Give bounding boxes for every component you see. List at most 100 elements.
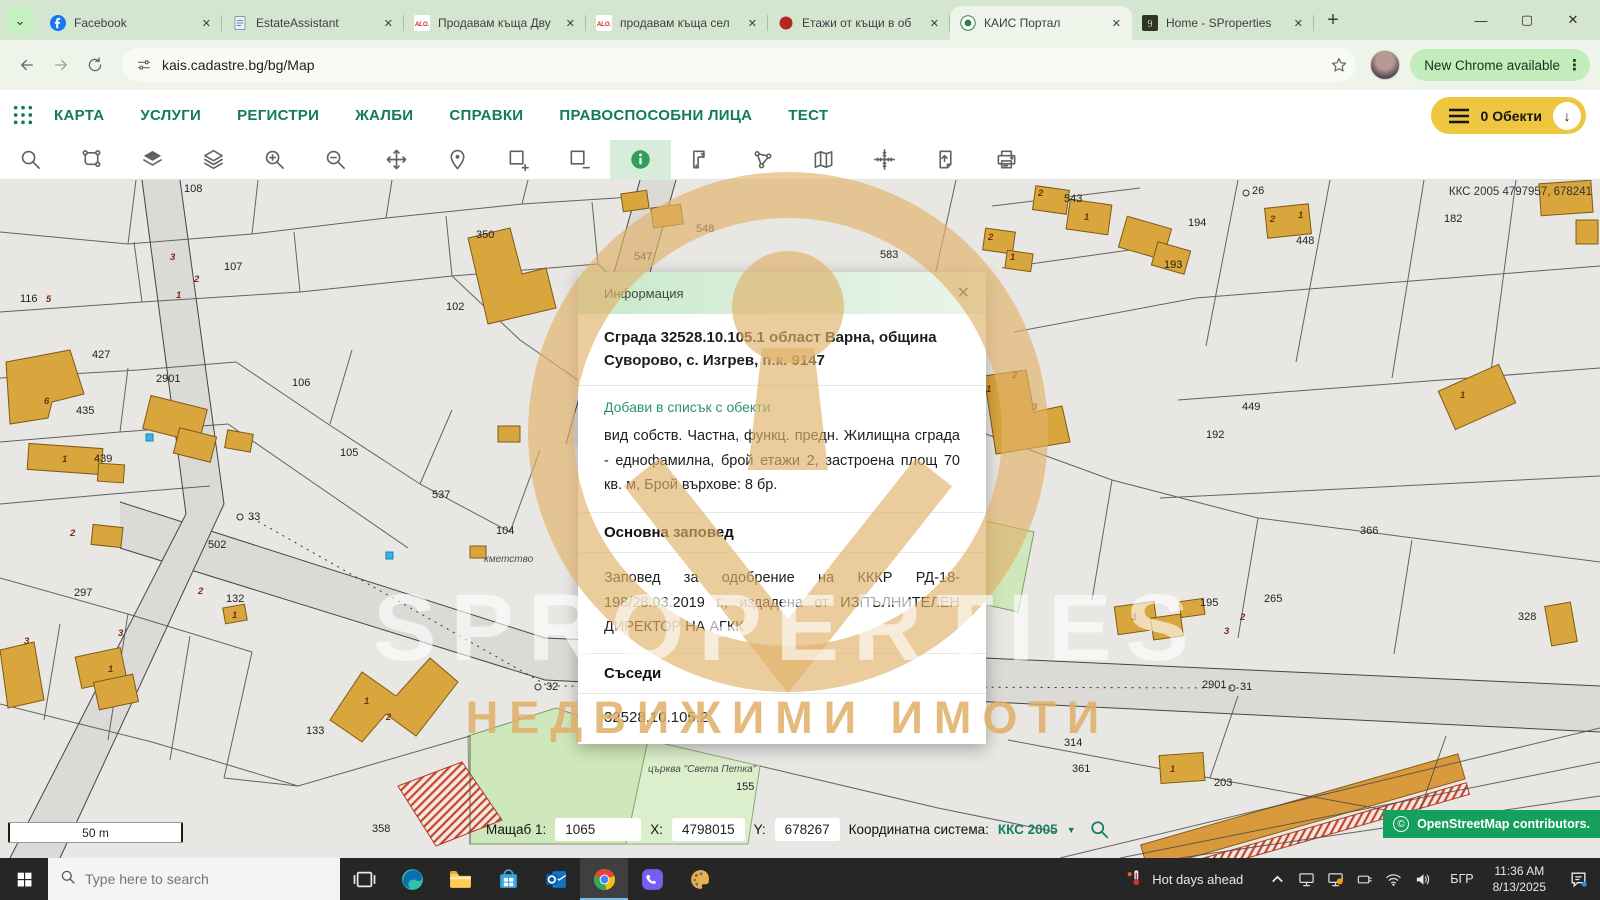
scale-input[interactable] bbox=[555, 818, 641, 841]
measure-tool-button[interactable] bbox=[671, 140, 732, 180]
profile-avatar[interactable] bbox=[1370, 50, 1400, 80]
add-to-objects-link[interactable]: Добави в списък с обекти bbox=[604, 399, 960, 415]
monitor-tray-icon[interactable] bbox=[1298, 871, 1315, 888]
map-label: 107 bbox=[224, 261, 242, 273]
ethernet-tray-icon[interactable] bbox=[1356, 871, 1373, 888]
objects-button[interactable]: 0 Обекти ↓ bbox=[1431, 97, 1586, 134]
map-label: 2 bbox=[197, 586, 204, 597]
browser-tab[interactable]: ALO.продавам къща сел✕ bbox=[586, 6, 768, 40]
osm-attribution: © OpenStreetMap contributors. bbox=[1383, 810, 1600, 838]
tab-close-icon[interactable]: ✕ bbox=[745, 15, 760, 32]
browser-tab[interactable]: Facebook✕ bbox=[40, 6, 222, 40]
chevron-up-tray-icon[interactable] bbox=[1269, 871, 1286, 888]
weather-widget[interactable]: Hot days ahead bbox=[1108, 868, 1259, 890]
minimize-button[interactable]: — bbox=[1458, 0, 1504, 40]
chrome-taskbar-button[interactable] bbox=[580, 858, 628, 900]
taskbar-search[interactable] bbox=[48, 858, 340, 900]
nav-item-5[interactable]: ПРАВОСПОСОБНИ ЛИЦА bbox=[559, 107, 752, 124]
nav-item-2[interactable]: РЕГИСТРИ bbox=[237, 107, 319, 124]
taskbar-clock[interactable]: 11:36 AM 8/13/2025 bbox=[1483, 863, 1556, 895]
browser-tab[interactable]: КАИС Портал✕ bbox=[950, 6, 1132, 40]
alo-favicon: ALO. bbox=[596, 15, 612, 31]
monitor-update-tray-icon[interactable] bbox=[1327, 871, 1344, 888]
export-tool-button[interactable] bbox=[915, 140, 976, 180]
map-label: 543 bbox=[1064, 193, 1082, 205]
more-menu-icon[interactable]: ⋮ bbox=[1567, 56, 1582, 74]
polygon-tool-button[interactable] bbox=[732, 140, 793, 180]
start-button[interactable] bbox=[0, 858, 48, 900]
browser-tab[interactable]: 9Home - SProperties✕ bbox=[1132, 6, 1314, 40]
tab-close-icon[interactable]: ✕ bbox=[199, 15, 214, 32]
nav-item-4[interactable]: СПРАВКИ bbox=[449, 107, 523, 124]
reload-button[interactable] bbox=[78, 48, 112, 82]
nav-item-3[interactable]: ЖАЛБИ bbox=[355, 107, 413, 124]
new-tab-button[interactable]: + bbox=[1318, 3, 1348, 37]
outlook-icon bbox=[544, 867, 569, 892]
rect-subtract-tool-button[interactable] bbox=[549, 140, 610, 180]
order-text: Заповед за одобрение на КККР РД-18-198/2… bbox=[604, 566, 960, 640]
tab-close-icon[interactable]: ✕ bbox=[381, 15, 396, 32]
site-info-icon[interactable] bbox=[136, 57, 152, 73]
close-icon[interactable]: ✕ bbox=[957, 283, 970, 303]
attribution-text[interactable]: OpenStreetMap contributors. bbox=[1417, 817, 1590, 831]
back-button[interactable] bbox=[10, 48, 44, 82]
map-viewport[interactable]: 1081073213501025475485831165427435643912… bbox=[0, 180, 1600, 858]
tab-close-icon[interactable]: ✕ bbox=[1109, 15, 1124, 32]
address-input[interactable]: kais.cadastre.bg/bg/Map bbox=[122, 48, 1356, 82]
store-taskbar-button[interactable] bbox=[484, 858, 532, 900]
wifi-tray-icon[interactable] bbox=[1385, 871, 1402, 888]
print-tool-button[interactable] bbox=[976, 140, 1037, 180]
objects-expand-icon[interactable]: ↓ bbox=[1553, 102, 1581, 130]
layers-tool-button[interactable] bbox=[183, 140, 244, 180]
nav-item-1[interactable]: УСЛУГИ bbox=[140, 107, 201, 124]
edge-icon bbox=[400, 867, 425, 892]
browser-tab[interactable]: EstateAssistant✕ bbox=[222, 6, 404, 40]
info-tool-button[interactable] bbox=[610, 140, 671, 180]
rect-add-tool-button[interactable] bbox=[488, 140, 549, 180]
apps-grid-icon[interactable] bbox=[12, 104, 34, 126]
crs-select[interactable]: ККС 2005▼ bbox=[998, 822, 1076, 837]
tab-close-icon[interactable]: ✕ bbox=[927, 15, 942, 32]
crosshair-tool-button[interactable] bbox=[854, 140, 915, 180]
edge-taskbar-button[interactable] bbox=[388, 858, 436, 900]
search-tool-button[interactable] bbox=[0, 140, 61, 180]
close-button[interactable]: ✕ bbox=[1550, 0, 1596, 40]
task-view-taskbar-button[interactable] bbox=[340, 858, 388, 900]
maximize-button[interactable]: ▢ bbox=[1504, 0, 1550, 40]
url-text[interactable]: kais.cadastre.bg/bg/Map bbox=[162, 57, 1320, 73]
pan-tool-button[interactable] bbox=[366, 140, 427, 180]
tab-search-button[interactable]: ⌄ bbox=[6, 7, 34, 35]
forward-button[interactable] bbox=[44, 48, 78, 82]
tab-close-icon[interactable]: ✕ bbox=[1291, 15, 1306, 32]
map-label: 1 bbox=[1084, 212, 1089, 223]
route-tool-button[interactable] bbox=[61, 140, 122, 180]
file-explorer-taskbar-button[interactable] bbox=[436, 858, 484, 900]
browser-tab[interactable]: Етажи от къщи в об✕ bbox=[768, 6, 950, 40]
site-navigation: КАРТА УСЛУГИ РЕГИСТРИ ЖАЛБИ СПРАВКИ ПРАВОСПОС… bbox=[0, 90, 1600, 140]
action-center-button[interactable] bbox=[1556, 870, 1600, 889]
language-indicator[interactable]: БГР bbox=[1441, 872, 1482, 886]
nav-item-0[interactable]: КАРТА bbox=[54, 107, 104, 124]
volume-tray-icon[interactable] bbox=[1414, 871, 1431, 888]
chrome-update-button[interactable]: New Chrome available ⋮ bbox=[1410, 49, 1590, 81]
tab-close-icon[interactable]: ✕ bbox=[563, 15, 578, 32]
taskbar-search-input[interactable] bbox=[85, 871, 328, 887]
zoom-out-tool-button[interactable] bbox=[305, 140, 366, 180]
coordinates-search-icon[interactable] bbox=[1089, 819, 1110, 840]
sproperties-favicon: 9 bbox=[1142, 15, 1158, 31]
location-pin-tool-button[interactable] bbox=[427, 140, 488, 180]
zoom-in-tool-button[interactable] bbox=[244, 140, 305, 180]
browser-tab[interactable]: ALO.Продавам къща Дву✕ bbox=[404, 6, 586, 40]
map-label: 33 bbox=[248, 511, 260, 523]
nav-item-6[interactable]: ТЕСТ bbox=[788, 107, 828, 124]
viber-taskbar-button[interactable] bbox=[628, 858, 676, 900]
outlook-taskbar-button[interactable] bbox=[532, 858, 580, 900]
paint-taskbar-button[interactable] bbox=[676, 858, 724, 900]
layers-filled-tool-button[interactable] bbox=[122, 140, 183, 180]
zoom-out-icon bbox=[324, 148, 347, 171]
bookmark-star-icon[interactable] bbox=[1330, 56, 1348, 74]
neighbor-id[interactable]: 32528.10.105.2 bbox=[604, 709, 960, 726]
measure-icon bbox=[690, 148, 713, 171]
map-fold-tool-button[interactable] bbox=[793, 140, 854, 180]
map-fold-icon bbox=[812, 148, 835, 171]
